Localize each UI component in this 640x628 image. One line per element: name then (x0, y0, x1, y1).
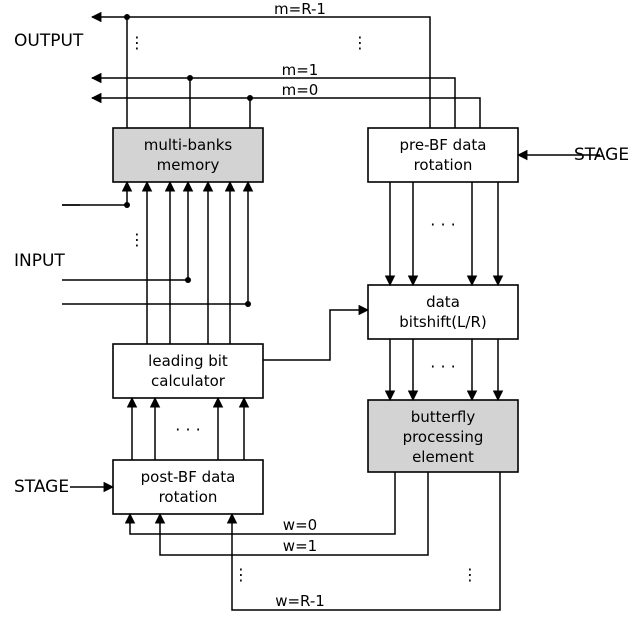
label-m1: m=1 (282, 61, 319, 79)
label-m0: m=0 (282, 81, 319, 99)
dot-out-mR (124, 14, 130, 20)
label-wR: w=R-1 (275, 592, 325, 610)
label-w1: w=1 (283, 537, 317, 555)
ellipsis-icon: · · · (175, 420, 200, 439)
wire-out-m1-left (92, 78, 455, 128)
stage-left-label: STAGE (14, 477, 69, 497)
input-label: INPUT (14, 251, 65, 271)
pre-label-2: rotation (414, 156, 473, 174)
wire-lead-to-shift (263, 310, 368, 360)
post-label-1: post-BF data (141, 468, 236, 486)
ellipsis-icon: ⋮ (352, 33, 368, 52)
wire-in-top (62, 182, 127, 205)
wire-in-mid (62, 182, 188, 280)
lead-label-2: calculator (151, 372, 226, 390)
bfly-label-3: element (412, 448, 474, 466)
ellipsis-icon: · · · (430, 357, 455, 376)
mem-label-1: multi-banks (144, 136, 233, 154)
shift-label-2: bitshift(L/R) (399, 313, 487, 331)
post-label-2: rotation (159, 488, 218, 506)
label-mR: m=R-1 (274, 0, 326, 18)
lead-label-1: leading bit (148, 352, 228, 370)
ellipsis-icon: ⋮ (462, 565, 478, 584)
ellipsis-icon: ⋮ (129, 33, 145, 52)
shift-label-1: data (426, 293, 460, 311)
ellipsis-icon: ⋮ (233, 565, 249, 584)
dot-out-m0 (247, 95, 253, 101)
label-w0: w=0 (283, 516, 317, 534)
bfly-label-2: processing (403, 428, 484, 446)
mem-label-2: memory (157, 156, 220, 174)
output-label: OUTPUT (14, 31, 84, 51)
wire-out-m0-left (92, 98, 480, 128)
ellipsis-icon: · · · (430, 215, 455, 234)
ellipsis-icon: ⋮ (129, 230, 145, 249)
pre-label-1: pre-BF data (400, 136, 487, 154)
dot-in-mid (185, 277, 191, 283)
bfly-label-1: butterfly (411, 408, 476, 426)
dot-in-bot (245, 301, 251, 307)
wire-wR (232, 472, 500, 610)
dot-out-m1 (187, 75, 193, 81)
dot-in-top (124, 202, 130, 208)
wire-in-bot (62, 182, 248, 304)
